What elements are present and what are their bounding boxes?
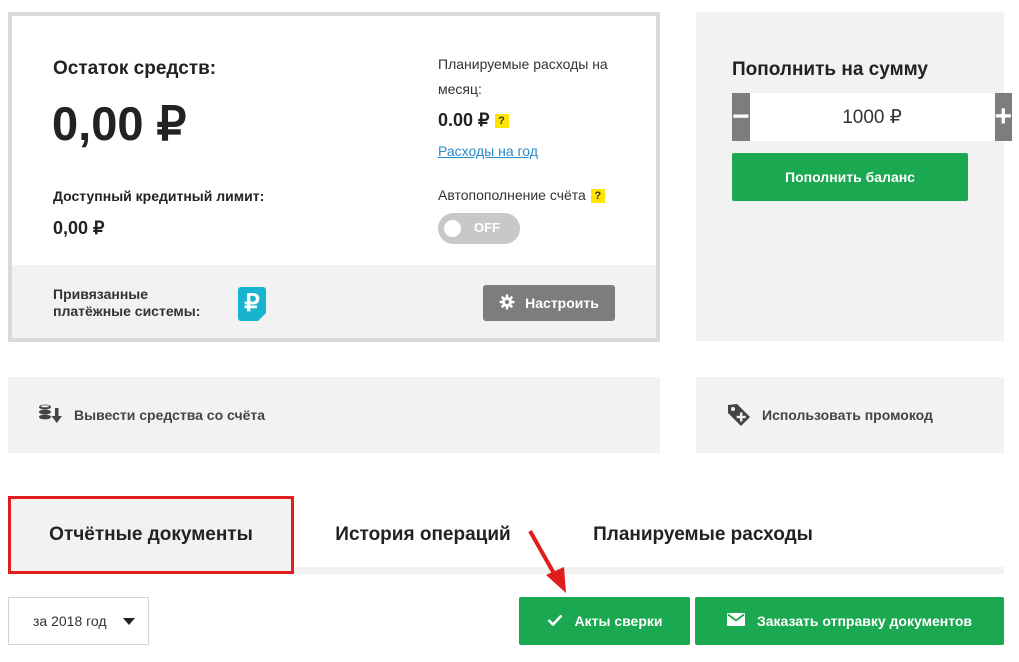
- minus-icon: −: [732, 100, 750, 133]
- balance-card: Остаток средств: 0,00 ₽ Доступный кредит…: [8, 12, 660, 342]
- red-arrow-annotation: [528, 530, 566, 593]
- toggle-knob: [444, 220, 461, 237]
- tab-planned-expenses[interactable]: Планируемые расходы: [572, 496, 834, 574]
- ruble-glyph: ₽: [244, 290, 260, 317]
- year-filter-value: за 2018 год: [33, 613, 107, 629]
- autorefill-label-text: Автопополнение счёта: [438, 187, 586, 203]
- year-filter-select[interactable]: за 2018 год: [8, 597, 149, 645]
- topup-amount-stepper: − +: [732, 93, 1013, 141]
- use-promocode-button[interactable]: Использовать промокод: [696, 377, 1004, 453]
- configure-label: Настроить: [525, 295, 599, 311]
- tab-reporting-documents[interactable]: Отчётные документы: [8, 496, 294, 574]
- configure-button[interactable]: Настроить: [483, 285, 615, 321]
- balance-amount: 0,00 ₽: [52, 97, 187, 150]
- topup-title: Пополнить на сумму: [732, 59, 928, 80]
- reconciliation-acts-button[interactable]: Акты сверки: [519, 597, 690, 645]
- caret-down-icon: [123, 618, 135, 625]
- autorefill-label: Автопополнение счёта?: [438, 187, 605, 204]
- linked-systems-label: Привязанные платёжные системы:: [53, 286, 213, 320]
- topup-card: Пополнить на сумму − + Пополнить баланс: [696, 12, 1013, 341]
- tag-plus-icon: [726, 402, 752, 428]
- order-documents-button[interactable]: Заказать отправку документов: [695, 597, 1004, 645]
- balance-summary: Остаток средств: 0,00 ₽ Доступный кредит…: [12, 16, 656, 265]
- ruble-icon[interactable]: ₽: [238, 287, 266, 321]
- plus-icon: +: [994, 100, 1013, 133]
- planned-expenses-value: 0.00 ₽?: [438, 110, 509, 131]
- yearly-expenses-link[interactable]: Расходы на год: [438, 143, 538, 159]
- linked-systems-text: Привязанные платёжные системы:: [53, 286, 201, 319]
- gear-icon: [499, 294, 515, 313]
- checkmark-icon: [547, 613, 563, 629]
- help-icon[interactable]: ?: [494, 114, 509, 129]
- envelope-icon: [726, 613, 745, 629]
- acts-label: Акты сверки: [574, 613, 663, 629]
- credit-limit-label: Доступный кредитный лимит:: [53, 188, 265, 204]
- tab-operations-history[interactable]: История операций: [310, 496, 536, 574]
- increase-button[interactable]: +: [994, 93, 1013, 141]
- toggle-state: OFF: [474, 220, 500, 235]
- decrease-button[interactable]: −: [732, 93, 750, 141]
- withdraw-label: Вывести средства со счёта: [74, 407, 266, 423]
- credit-limit-value: 0,00 ₽: [53, 218, 105, 238]
- topup-balance-button[interactable]: Пополнить баланс: [732, 153, 968, 201]
- order-label: Заказать отправку документов: [756, 613, 973, 629]
- promocode-label: Использовать промокод: [762, 407, 933, 423]
- planned-expenses-amount: 0.00 ₽: [438, 110, 490, 130]
- topup-amount-input[interactable]: [749, 93, 995, 141]
- balance-title: Остаток средств:: [53, 58, 217, 79]
- planned-expenses-label: Планируемые расходы на месяц:: [438, 56, 608, 97]
- autorefill-toggle[interactable]: OFF: [438, 213, 520, 244]
- help-icon[interactable]: ?: [590, 189, 605, 204]
- payment-systems-section: Привязанные платёжные системы: ₽ Настрои…: [12, 265, 656, 338]
- coins-download-icon: [38, 404, 64, 426]
- withdraw-funds-button[interactable]: Вывести средства со счёта: [8, 377, 660, 453]
